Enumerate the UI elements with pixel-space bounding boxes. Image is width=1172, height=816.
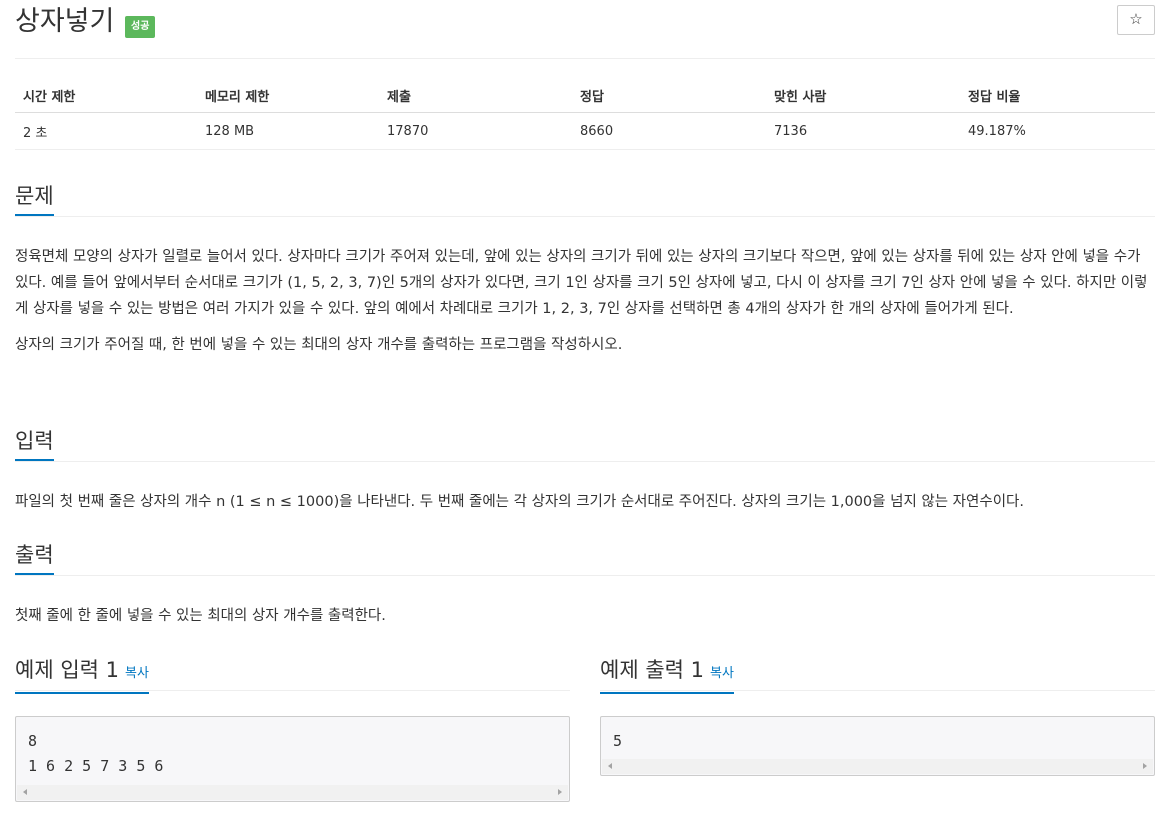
value-solved-users[interactable]: 7136 (766, 112, 960, 150)
sample-output-box[interactable]: 5 (600, 716, 1155, 776)
sample-input-headline: 예제 입력 1 복사 (15, 654, 570, 694)
table-row: 2 초 128 MB 17870 8660 7136 49.187% (15, 112, 1155, 150)
sample-input-box[interactable]: 8 1 6 2 5 7 3 5 6 (15, 716, 570, 802)
value-submissions[interactable]: 17870 (379, 112, 572, 150)
header-solved-users: 맞힌 사람 (766, 78, 960, 113)
status-badge: 성공 (125, 16, 156, 38)
sample-input-title: 예제 입력 1 (15, 658, 119, 682)
description-paragraph-1: 정육면체 모양의 상자가 일렬로 늘어서 있다. 상자마다 크기가 주어져 있는… (15, 249, 1148, 317)
header-accept-ratio: 정답 비율 (960, 78, 1155, 113)
star-button[interactable]: ☆ (1117, 5, 1155, 35)
description-headline: 문제 (15, 180, 1155, 217)
sample-output-heading: 예제 출력 1 복사 (600, 654, 734, 694)
description-paragraph-2: 상자의 크기가 주어질 때, 한 번에 넣을 수 있는 최대의 상자 개수를 출… (15, 337, 623, 353)
scroll-right-icon[interactable] (1143, 763, 1147, 769)
description-heading: 문제 (15, 180, 54, 216)
sample-input-content: 8 1 6 2 5 7 3 5 6 (28, 732, 164, 775)
sample-input-section: 예제 입력 1 복사 (15, 654, 570, 694)
problem-header: 상자넣기 성공 ☆ (15, 0, 1155, 59)
scroll-left-icon[interactable] (23, 789, 27, 795)
problem-output-section: 출력 첫째 줄에 한 줄에 넣을 수 있는 최대의 상자 개수를 출력한다. (15, 539, 1155, 629)
header-memory-limit: 메모리 제한 (197, 78, 379, 113)
header-accepted: 정답 (572, 78, 766, 113)
problem-page: 상자넣기 성공 ☆ 시간 제한 메모리 제한 제출 정답 맞힌 사람 정답 비율… (15, 0, 1155, 802)
input-headline: 입력 (15, 425, 1155, 462)
star-icon: ☆ (1129, 11, 1143, 28)
input-description: 파일의 첫 번째 줄은 상자의 개수 n (1 ≤ n ≤ 1000)을 나타낸… (15, 494, 1024, 510)
copy-sample-output-button[interactable]: 복사 (710, 666, 734, 681)
sample-output-scrollbar[interactable] (602, 759, 1153, 774)
header-time-limit: 시간 제한 (15, 78, 197, 113)
problem-info-table: 시간 제한 메모리 제한 제출 정답 맞힌 사람 정답 비율 2 초 128 M… (15, 78, 1155, 150)
input-heading: 입력 (15, 425, 54, 461)
value-accepted[interactable]: 8660 (572, 112, 766, 150)
output-heading: 출력 (15, 539, 54, 575)
sample-output-section: 예제 출력 1 복사 (600, 654, 1155, 694)
scroll-right-icon[interactable] (558, 789, 562, 795)
sample-output-title: 예제 출력 1 (600, 658, 704, 682)
scroll-left-icon[interactable] (608, 763, 612, 769)
sample-output-content: 5 (613, 732, 623, 750)
sample-input-heading: 예제 입력 1 복사 (15, 654, 149, 694)
sample-input-scrollbar[interactable] (17, 785, 568, 800)
header-submissions: 제출 (379, 78, 572, 113)
problem-input-section: 입력 파일의 첫 번째 줄은 상자의 개수 n (1 ≤ n ≤ 1000)을 … (15, 425, 1155, 515)
sample-output-headline: 예제 출력 1 복사 (600, 654, 1155, 694)
problem-description-section: 문제 정육면체 모양의 상자가 일렬로 늘어서 있다. 상자마다 크기가 주어져… (15, 180, 1155, 358)
value-accept-ratio: 49.187% (960, 112, 1155, 150)
output-description: 첫째 줄에 한 줄에 넣을 수 있는 최대의 상자 개수를 출력한다. (15, 608, 386, 624)
output-headline: 출력 (15, 539, 1155, 576)
table-header-row: 시간 제한 메모리 제한 제출 정답 맞힌 사람 정답 비율 (15, 78, 1155, 113)
copy-sample-input-button[interactable]: 복사 (125, 666, 149, 681)
value-memory-limit: 128 MB (197, 112, 379, 150)
problem-title: 상자넣기 (15, 6, 115, 37)
value-time-limit: 2 초 (15, 112, 197, 150)
